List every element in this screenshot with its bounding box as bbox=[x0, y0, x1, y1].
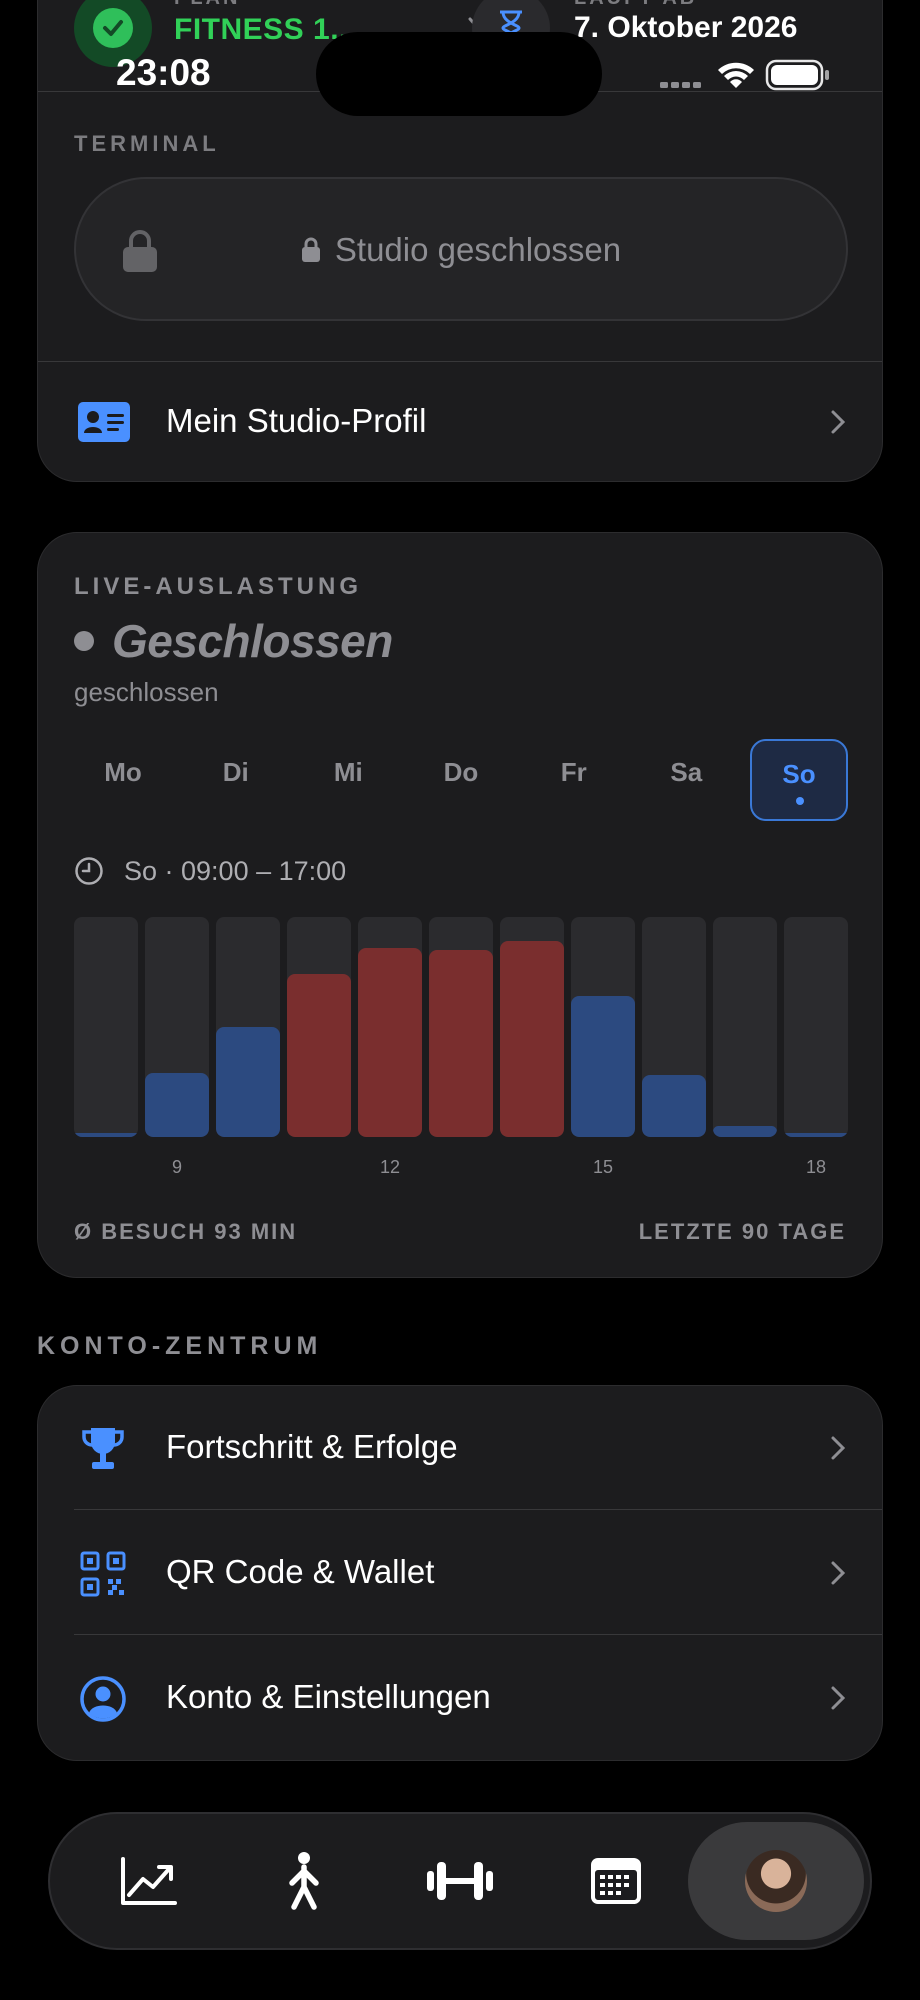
opening-hours-text: So · 09:00 – 17:00 bbox=[124, 855, 347, 886]
walking-person-icon bbox=[289, 1852, 319, 1910]
studio-profile-row[interactable]: Mein Studio-Profil bbox=[38, 362, 882, 481]
average-visit-duration: Ø BESUCH 93 MIN bbox=[74, 1219, 298, 1244]
person-circle-icon bbox=[80, 1676, 126, 1722]
occupancy-bar-track bbox=[784, 917, 848, 1137]
occupancy-bar bbox=[571, 996, 635, 1137]
occupancy-bar-track bbox=[713, 917, 777, 1137]
x-tick-label: 9 bbox=[171, 1157, 182, 1177]
x-tick-label: 15 bbox=[592, 1157, 614, 1177]
occupancy-bar-track bbox=[429, 917, 493, 1137]
occupancy-x-axis: 9 12 15 18 bbox=[74, 1157, 848, 1179]
clock-icon bbox=[75, 857, 103, 885]
studio-profile-label: Mein Studio-Profil bbox=[166, 402, 427, 439]
day-tab-so[interactable]: So bbox=[750, 739, 848, 821]
expiry-date: 7. Oktober 2026 bbox=[574, 11, 798, 44]
calendar-icon bbox=[591, 1858, 641, 1904]
day-selector: Mo Di Mi Do Fr Sa So bbox=[74, 739, 848, 821]
status-bar-icons bbox=[660, 59, 829, 91]
chevron-right-icon bbox=[831, 1561, 846, 1585]
occupancy-bar bbox=[145, 1073, 209, 1137]
opening-hours: So · 09:00 – 17:00 bbox=[74, 851, 346, 891]
occupancy-bar bbox=[216, 1027, 280, 1137]
chart-trend-icon bbox=[121, 1857, 177, 1905]
dumbbell-icon bbox=[427, 1862, 493, 1900]
trophy-icon bbox=[82, 1428, 124, 1469]
x-tick-label: 12 bbox=[379, 1157, 401, 1177]
occupancy-bar-track bbox=[642, 917, 706, 1137]
day-tab-fr[interactable]: Fr bbox=[525, 739, 623, 821]
live-occupancy-card: LIVE-AUSLASTUNG Geschlossen geschlossen … bbox=[37, 532, 883, 1278]
occupancy-bar-chart bbox=[74, 917, 848, 1137]
tab-calendar[interactable] bbox=[556, 1814, 676, 1948]
occupancy-bar bbox=[713, 1126, 777, 1137]
occupancy-bar-track bbox=[216, 917, 280, 1137]
x-tick-label: 18 bbox=[805, 1157, 827, 1177]
occupancy-bar bbox=[74, 1133, 138, 1137]
day-tab-do[interactable]: Do bbox=[412, 739, 510, 821]
occupancy-bar bbox=[287, 974, 351, 1137]
chevron-right-icon bbox=[831, 1436, 846, 1460]
status-dot bbox=[74, 631, 94, 651]
tab-statistics[interactable] bbox=[88, 1814, 208, 1948]
live-status-text: Geschlossen bbox=[112, 615, 393, 667]
occupancy-bar bbox=[500, 941, 564, 1137]
tab-workouts[interactable] bbox=[400, 1814, 520, 1948]
account-settings-row[interactable]: Konto & Einstellungen bbox=[38, 1636, 882, 1760]
live-status: Geschlossen bbox=[74, 613, 393, 669]
qr-code-icon bbox=[80, 1551, 126, 1597]
konto-zentrum-card: Fortschritt & Erfolge QR Code & Wallet K… bbox=[37, 1385, 883, 1761]
progress-achievements-label: Fortschritt & Erfolge bbox=[166, 1428, 458, 1465]
divider bbox=[74, 1509, 882, 1510]
battery-icon bbox=[765, 59, 829, 91]
tab-activity[interactable] bbox=[244, 1814, 364, 1948]
data-period-label: LETZTE 90 TAGE bbox=[638, 1219, 846, 1244]
live-status-subtitle: geschlossen bbox=[74, 677, 219, 707]
chevron-right-icon bbox=[831, 1686, 846, 1710]
terminal-checkin-button[interactable]: Studio geschlossen bbox=[74, 177, 848, 321]
day-tab-sa[interactable]: Sa bbox=[637, 739, 735, 821]
occupancy-bar-track bbox=[287, 917, 351, 1137]
id-card-icon bbox=[78, 402, 130, 442]
occupancy-bar-track bbox=[145, 917, 209, 1137]
occupancy-bar-track bbox=[358, 917, 422, 1137]
occupancy-bar bbox=[429, 950, 493, 1137]
account-settings-label: Konto & Einstellungen bbox=[166, 1678, 491, 1715]
day-tab-mi[interactable]: Mi bbox=[299, 739, 397, 821]
progress-achievements-row[interactable]: Fortschritt & Erfolge bbox=[38, 1386, 882, 1510]
konto-zentrum-title: KONTO-ZENTRUM bbox=[37, 1332, 323, 1360]
cellular-signal-icon bbox=[660, 82, 701, 88]
qr-code-wallet-label: QR Code & Wallet bbox=[166, 1553, 435, 1590]
tab-profile[interactable] bbox=[688, 1822, 864, 1940]
occupancy-bar-track bbox=[500, 917, 564, 1137]
occupancy-bar bbox=[358, 948, 422, 1137]
chevron-right-icon bbox=[831, 410, 846, 434]
terminal-section-label: TERMINAL bbox=[74, 131, 220, 156]
live-occupancy-label: LIVE-AUSLASTUNG bbox=[74, 573, 362, 600]
terminal-button-label: Studio geschlossen bbox=[334, 231, 622, 268]
plan-label: PLAN bbox=[174, 0, 240, 10]
wifi-icon bbox=[718, 62, 754, 88]
avatar bbox=[745, 1850, 807, 1912]
expiry-label: LÄUFT AB bbox=[574, 0, 697, 10]
divider bbox=[74, 1634, 882, 1635]
qr-code-wallet-row[interactable]: QR Code & Wallet bbox=[38, 1511, 882, 1635]
dynamic-island bbox=[316, 32, 602, 116]
occupancy-bar-track bbox=[74, 917, 138, 1137]
occupancy-bar bbox=[642, 1075, 706, 1137]
selected-day-dot bbox=[796, 797, 804, 805]
day-tab-di[interactable]: Di bbox=[187, 739, 285, 821]
lock-icon bbox=[301, 237, 320, 262]
tab-bar bbox=[48, 1812, 872, 1950]
status-bar-time: 23:08 bbox=[116, 52, 211, 93]
day-tab-mo[interactable]: Mo bbox=[74, 739, 172, 821]
occupancy-bar bbox=[784, 1133, 848, 1137]
occupancy-bar-track bbox=[571, 917, 635, 1137]
